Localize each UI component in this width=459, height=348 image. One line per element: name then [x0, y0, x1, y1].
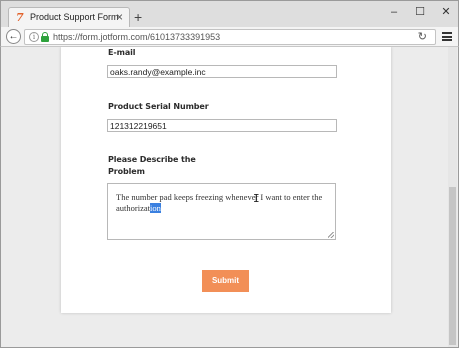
url-text[interactable]: https://form.jotform.com/61013733391953 — [53, 32, 220, 42]
back-button[interactable]: ← — [6, 29, 21, 44]
browser-tab[interactable]: 7 Product Support Form × — [8, 7, 130, 29]
submit-button[interactable]: Submit — [202, 270, 249, 292]
selected-text: ion — [149, 203, 161, 213]
jotform-favicon-icon: 7 — [16, 11, 24, 24]
tab-close-icon[interactable]: × — [116, 10, 123, 24]
title-bar: 7 Product Support Form × + – ☐ ✕ — [0, 0, 459, 29]
reload-icon[interactable]: ↻ — [418, 31, 427, 44]
minimize-button[interactable]: – — [383, 4, 405, 20]
hamburger-menu-icon[interactable] — [442, 32, 452, 41]
page-viewport: E-mail oaks.randy@example.inc Product Se… — [0, 47, 459, 348]
serial-number-label: Product Serial Number — [108, 102, 209, 111]
scrollbar-thumb[interactable] — [449, 187, 456, 345]
address-bar[interactable]: i https://form.jotform.com/6101373339195… — [24, 29, 436, 45]
lock-icon — [41, 32, 49, 43]
resize-grip-icon[interactable] — [328, 232, 334, 238]
problem-description-textarea[interactable]: The number pad keeps freezing whenever I… — [107, 183, 336, 240]
text-cursor-icon: I — [253, 192, 260, 205]
problem-label-line1: Please Describe the — [108, 155, 196, 164]
vertical-scrollbar[interactable] — [448, 47, 457, 347]
serial-number-field[interactable]: 121312219651 — [107, 119, 337, 132]
problem-label-line2: Problem — [108, 167, 145, 176]
close-window-button[interactable]: ✕ — [435, 4, 457, 20]
new-tab-button[interactable]: + — [134, 10, 142, 24]
problem-text: The number pad keeps freezing whenever I… — [116, 192, 323, 213]
form-card: E-mail oaks.randy@example.inc Product Se… — [61, 47, 391, 313]
maximize-button[interactable]: ☐ — [409, 4, 431, 20]
browser-toolbar: ← i https://form.jotform.com/61013733391… — [0, 27, 459, 47]
tab-title: Product Support Form — [30, 12, 119, 22]
email-label: E-mail — [108, 48, 136, 57]
email-field[interactable]: oaks.randy@example.inc — [107, 65, 337, 78]
info-icon[interactable]: i — [29, 32, 39, 42]
